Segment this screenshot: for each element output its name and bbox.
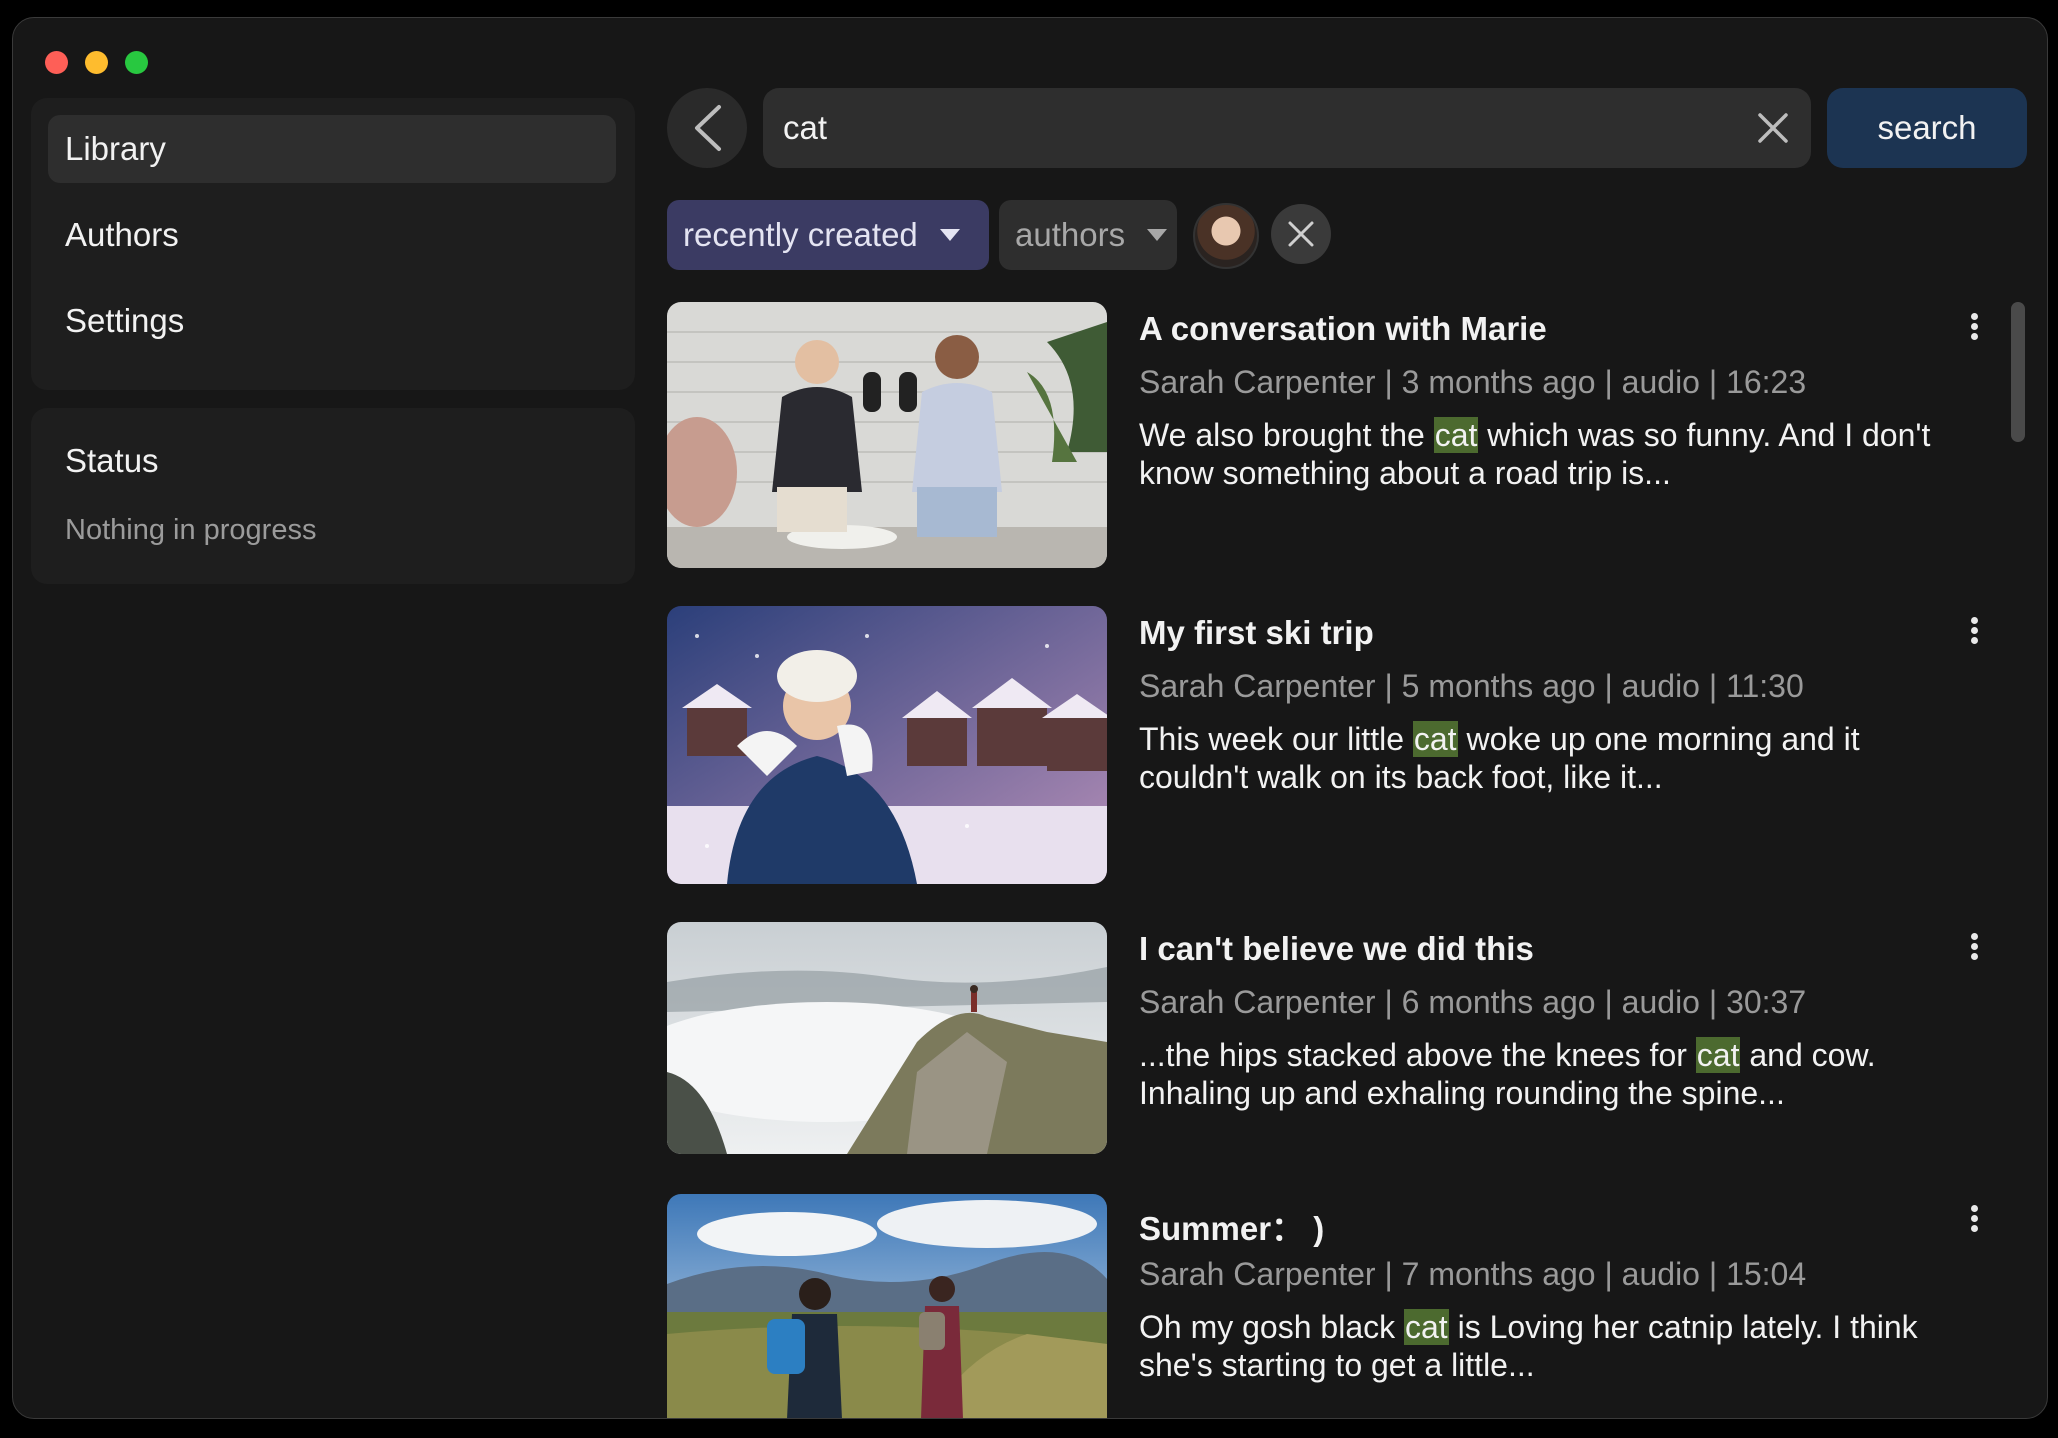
result-title[interactable]: My first ski trip (1139, 614, 1374, 652)
result-snippet: This week our little cat woke up one mor… (1139, 720, 1969, 796)
caret-down-icon (939, 229, 960, 241)
podcast-studio-image (667, 302, 1107, 568)
mountain-clouds-image (667, 922, 1107, 1154)
result-thumbnail[interactable] (667, 1194, 1107, 1418)
result-meta: Sarah Carpenter | 3 months ago | audio |… (1139, 364, 1807, 400)
author-filter-avatar[interactable] (1193, 203, 1259, 269)
sidebar-item-authors[interactable]: Authors (48, 201, 616, 269)
result-title[interactable]: Summer： ) (1139, 1202, 1324, 1250)
winter-village-image (667, 606, 1107, 884)
result-title[interactable]: I can't believe we did this (1139, 930, 1534, 968)
result-item[interactable]: Summer： ) Sarah Carpenter | 7 months ago… (667, 1194, 2007, 1418)
snippet-text: Oh my gosh black (1139, 1309, 1404, 1345)
search-button[interactable]: search (1827, 88, 2027, 168)
result-meta: Sarah Carpenter | 6 months ago | audio |… (1139, 984, 1807, 1020)
more-options-icon[interactable] (1971, 1202, 1981, 1235)
search-highlight: cat (1695, 1037, 1741, 1073)
app-window: Library Authors Settings Status Nothing … (12, 17, 2048, 1419)
status-text: Nothing in progress (65, 514, 317, 546)
search-highlight: cat (1433, 417, 1479, 453)
chevron-left-icon (695, 105, 721, 151)
status-panel: Status Nothing in progress (31, 408, 635, 584)
snippet-text: ...the hips stacked above the knees for (1139, 1037, 1696, 1073)
result-meta: Sarah Carpenter | 7 months ago | audio |… (1139, 1256, 1807, 1292)
zoom-window-button[interactable] (125, 51, 148, 74)
authors-dropdown[interactable]: authors (999, 200, 1177, 270)
snippet-text: We also brought the (1139, 417, 1434, 453)
sidebar-item-library[interactable]: Library (48, 115, 616, 183)
more-options-icon[interactable] (1971, 614, 1981, 647)
result-title[interactable]: A conversation with Marie (1139, 310, 1547, 348)
result-thumbnail[interactable] (667, 922, 1107, 1154)
search-highlight: cat (1412, 721, 1458, 757)
result-meta: Sarah Carpenter | 5 months ago | audio |… (1139, 668, 1804, 704)
result-thumbnail[interactable] (667, 302, 1107, 568)
result-snippet: Oh my gosh black cat is Loving her catni… (1139, 1308, 1969, 1384)
sort-dropdown[interactable]: recently created (667, 200, 989, 270)
result-thumbnail[interactable] (667, 606, 1107, 884)
more-options-icon[interactable] (1971, 310, 1981, 343)
minimize-window-button[interactable] (85, 51, 108, 74)
sidebar-item-settings[interactable]: Settings (48, 287, 616, 355)
close-icon (1288, 221, 1314, 247)
hikers-valley-image (667, 1194, 1107, 1418)
close-icon (1758, 113, 1788, 143)
back-button[interactable] (667, 88, 747, 168)
snippet-text: This week our little (1139, 721, 1413, 757)
result-snippet: We also brought the cat which was so fun… (1139, 416, 1969, 492)
result-snippet: ...the hips stacked above the knees for … (1139, 1036, 1969, 1112)
sidebar-nav: Library Authors Settings (31, 98, 635, 390)
authors-dropdown-label: authors (1015, 216, 1126, 253)
results-scrollbar[interactable] (2011, 302, 2025, 442)
result-item[interactable]: I can't believe we did this Sarah Carpen… (667, 922, 2007, 1154)
clear-search-button[interactable] (1751, 106, 1795, 150)
close-window-button[interactable] (45, 51, 68, 74)
result-item[interactable]: My first ski trip Sarah Carpenter | 5 mo… (667, 606, 2007, 884)
status-title: Status (65, 442, 159, 479)
result-item[interactable]: A conversation with Marie Sarah Carpente… (667, 302, 2007, 568)
more-options-icon[interactable] (1971, 930, 1981, 963)
sort-dropdown-label: recently created (683, 216, 918, 253)
search-box (763, 88, 1811, 168)
search-highlight: cat (1404, 1309, 1449, 1345)
clear-filters-button[interactable] (1271, 204, 1331, 264)
search-input[interactable] (783, 88, 1683, 168)
caret-down-icon (1147, 229, 1168, 241)
